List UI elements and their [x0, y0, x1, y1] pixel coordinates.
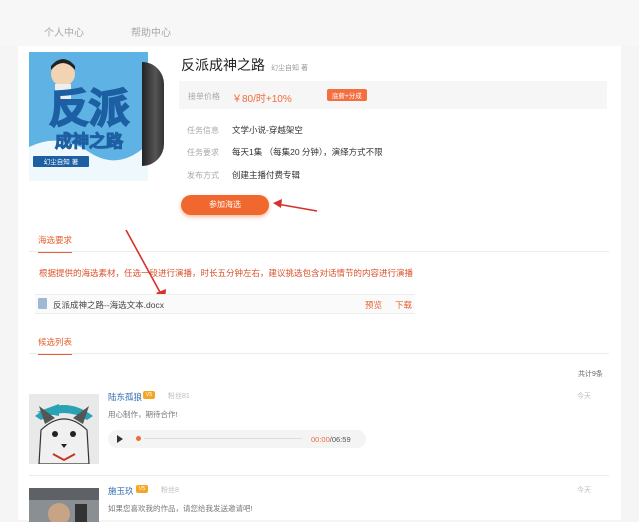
candidate-row: 陆东孤狼 V5 粉丝81 今天 用心制作，期待合作! 00:00/06:59: [18, 385, 621, 473]
book-cover-art: 反派 成神之路 幻尘自知 著: [29, 52, 148, 181]
audio-duration: 06:59: [331, 435, 351, 444]
candidate-time: 今天: [577, 393, 591, 400]
candidate-name[interactable]: 施玉玖: [108, 485, 134, 497]
join-audition-button[interactable]: 参加海选: [181, 195, 269, 215]
share-badge: 底薪+分成: [327, 89, 367, 101]
record-disc-decoration: [142, 62, 164, 166]
task-info-label: 任务信息: [187, 126, 219, 135]
annotation-arrow-join: [273, 199, 318, 212]
divider-candidate: [29, 475, 609, 476]
publish-method-label: 发布方式: [187, 171, 219, 180]
candidate-avatar[interactable]: [29, 488, 99, 522]
vip-level-badge: V5: [143, 391, 155, 399]
divider-candidates: [29, 353, 609, 354]
husky-avatar-art: [29, 394, 99, 464]
task-info-value: 文学小说-穿越架空: [232, 125, 303, 135]
audio-player: 00:00/06:59: [108, 430, 366, 448]
nav-help-center[interactable]: 帮助中心: [131, 24, 171, 39]
price-label: 接单价格: [188, 92, 220, 101]
task-requirement-label: 任务要求: [187, 148, 219, 157]
cover-author: 幻尘自知 著: [44, 157, 79, 166]
audition-file-row: 反派成神之路--海选文本.docx 预览 下载: [35, 294, 415, 314]
candidate-message: 用心制作，期待合作!: [108, 410, 178, 419]
book-title: 反派成神之路 幻尘自知 著: [181, 55, 308, 75]
book-cover-image[interactable]: 反派 成神之路 幻尘自知 著: [29, 52, 148, 181]
top-navigation: 个人中心 帮助中心: [0, 0, 639, 46]
cover-title-main: 反派: [49, 86, 129, 132]
price-value: ￥80/时+10%: [232, 94, 292, 105]
candidate-fans: 粉丝81: [168, 393, 190, 400]
candidate-fans: 粉丝8: [161, 487, 179, 494]
candidate-avatar[interactable]: [29, 394, 99, 464]
candidate-message: 如果您喜欢我的作品，请您给我发送邀请吧!: [108, 504, 253, 513]
candidate-name[interactable]: 陆东孤狼: [108, 391, 142, 403]
play-icon[interactable]: [117, 435, 123, 443]
download-link[interactable]: 下载: [395, 299, 412, 311]
seek-track[interactable]: [144, 438, 302, 439]
book-title-text: 反派成神之路: [181, 57, 265, 73]
vip-level-badge: V5: [136, 485, 148, 493]
publish-method-value: 创建主播付费专辑: [232, 170, 301, 180]
seek-handle[interactable]: [136, 436, 141, 441]
audio-time: 00:00/06:59: [311, 435, 351, 444]
cover-title-sub: 成神之路: [55, 131, 124, 152]
audio-current-time: 00:00: [311, 435, 330, 444]
candidate-row: 施玉玖 V5 粉丝8 今天 如果您喜欢我的作品，请您给我发送邀请吧!: [18, 479, 621, 522]
audition-file-name[interactable]: 反派成神之路--海选文本.docx: [53, 299, 164, 311]
document-icon: [38, 298, 47, 309]
price-row: 接单价格 ￥80/时+10% 底薪+分成: [179, 81, 607, 109]
nav-personal-center[interactable]: 个人中心: [44, 24, 84, 39]
candidate-total: 共计9条: [578, 371, 603, 378]
divider-audition: [29, 251, 609, 252]
task-detail-panel: 反派 成神之路 幻尘自知 著 反派成神之路 幻尘自知 著 接单价格 ￥80/时+1…: [18, 46, 621, 522]
audition-requirement-text: 根据提供的海选素材，任选一段进行演播，时长五分钟左右，建议挑选包含对话情节的内容…: [39, 268, 414, 278]
person-avatar-art: [29, 488, 99, 522]
preview-link[interactable]: 预览: [365, 299, 382, 311]
task-requirement-value: 每天1集 （每集20 分钟），演绎方式不限: [232, 147, 383, 157]
candidate-time: 今天: [577, 487, 591, 494]
book-author: 幻尘自知 著: [271, 65, 308, 72]
